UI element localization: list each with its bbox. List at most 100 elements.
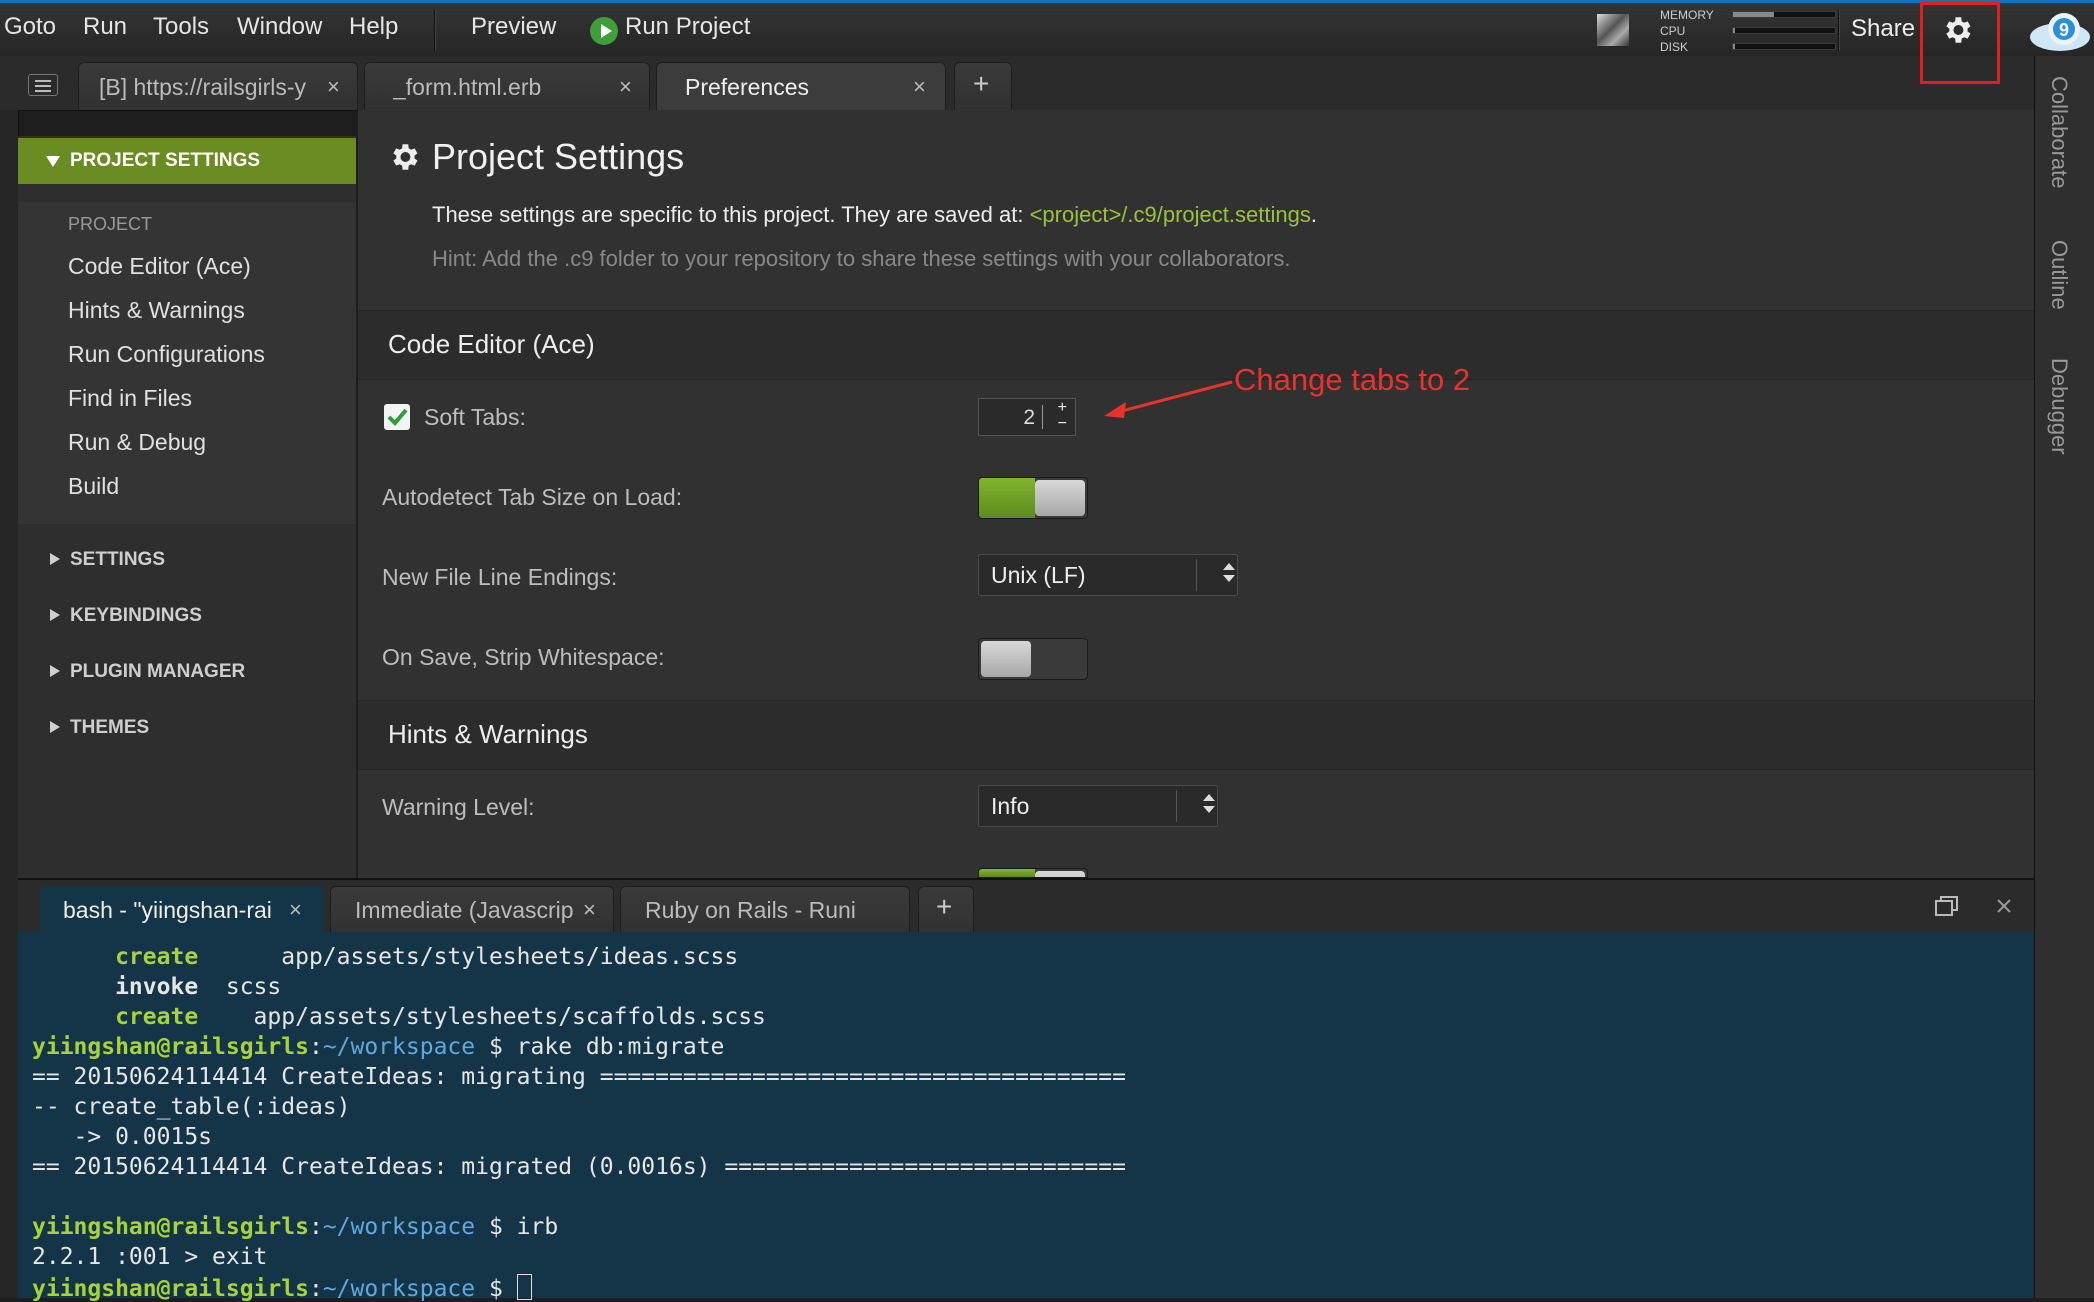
description-suffix: . [1310, 202, 1317, 227]
tab-size-stepper[interactable]: 2 + − [978, 398, 1076, 436]
tab-label: Ruby on Rails - Runi [645, 897, 856, 923]
menu-window[interactable]: Window [237, 13, 322, 41]
partially-hidden-toggle[interactable] [978, 868, 1088, 878]
terminal-prompt-line: yiingshan@railsgirls:~/workspace $ rake … [32, 1034, 724, 1060]
section-hints-warnings: Hints & Warnings [358, 700, 2034, 770]
warning-level-label: Warning Level: [382, 794, 535, 820]
cpu-meter-fill [1733, 28, 1736, 33]
menu-run[interactable]: Run [83, 13, 127, 41]
highlight-box [1920, 2, 2000, 84]
section-title: Hints & Warnings [388, 719, 588, 749]
cloud9-logo[interactable]: 9 [2026, 9, 2092, 55]
collaborate-panel-button[interactable]: Collaborate [2046, 76, 2072, 189]
terminal-line: -- create_table(:ideas) [32, 1094, 351, 1120]
prompt-colon: : [308, 1034, 323, 1060]
nav-item-build[interactable]: Build [68, 473, 119, 500]
line-endings-select[interactable]: Unix (LF) [978, 554, 1238, 596]
close-panel-icon[interactable] [1996, 898, 2012, 914]
new-tab-button[interactable]: + [954, 62, 1012, 110]
nav-project-settings[interactable]: PROJECT SETTINGS [18, 138, 356, 184]
nav-item-find-in-files[interactable]: Find in Files [68, 385, 192, 412]
settings-description: These settings are specific to this proj… [432, 202, 1317, 228]
terminal-prompt-line: yiingshan@railsgirls:~/workspace $ irb [32, 1214, 558, 1240]
nav-item-code-editor[interactable]: Code Editor (Ace) [68, 253, 251, 280]
nav-project-label: PROJECT [68, 214, 153, 234]
menu-separator [1838, 9, 1840, 51]
restore-window-icon[interactable] [1934, 894, 1960, 918]
terminal-keyword: invoke [32, 974, 199, 1000]
stepper-up-icon[interactable]: + [1058, 400, 1067, 416]
strip-whitespace-toggle[interactable] [978, 638, 1088, 680]
checkmark-icon [387, 408, 408, 426]
prompt-user: yiingshan@railsgirls [32, 1214, 309, 1240]
close-icon[interactable]: × [913, 74, 926, 100]
new-terminal-button[interactable]: + [918, 886, 974, 934]
tab-form-html-erb[interactable]: _form.html.erb × [364, 62, 650, 110]
plus-icon: + [936, 891, 953, 922]
soft-tabs-checkbox[interactable] [384, 404, 410, 430]
terminal-line: == 20150624114414 CreateIdeas: migrating… [32, 1064, 1126, 1090]
run-project-button[interactable]: Run Project [625, 13, 750, 41]
tab-preferences[interactable]: Preferences × [656, 62, 946, 110]
prompt-command: $ rake db:migrate [475, 1034, 725, 1060]
play-icon[interactable] [590, 17, 618, 45]
cpu-label: CPU [1660, 24, 1686, 38]
toggle-on-track [979, 869, 1035, 877]
nav-item-run-configurations[interactable]: Run Configurations [68, 341, 265, 368]
page-title: Project Settings [432, 136, 685, 177]
disk-label: DISK [1660, 40, 1689, 54]
disk-meter-fill [1733, 44, 1736, 49]
terminal-text: app/assets/stylesheets/scaffolds.scss [198, 1004, 766, 1030]
terminal-line: 2.2.1 :001 > exit [32, 1244, 268, 1270]
select-divider [1176, 790, 1177, 822]
toggle-knob [1035, 480, 1085, 516]
prompt-command: $ irb [475, 1214, 559, 1240]
file-tree-toggle-icon[interactable] [28, 74, 58, 96]
terminal-keyword: create [32, 944, 199, 970]
tab-label: _form.html.erb [393, 74, 542, 100]
share-button[interactable]: Share [1851, 15, 1915, 43]
close-icon[interactable]: × [327, 74, 340, 100]
toggle-on-track [979, 478, 1035, 518]
nav-item-hints-warnings[interactable]: Hints & Warnings [68, 297, 245, 324]
disk-meter [1732, 43, 1836, 50]
terminal-line: create app/assets/stylesheets/ideas.scss [32, 944, 738, 970]
left-edge [0, 110, 19, 1298]
plus-icon: + [973, 68, 990, 99]
soft-tabs-label: Soft Tabs: [424, 404, 526, 430]
prompt-user: yiingshan@railsgirls [32, 1034, 309, 1060]
menu-goto[interactable]: Goto [4, 13, 56, 41]
close-icon[interactable]: × [619, 74, 632, 100]
annotation-label: Change tabs to 2 [1234, 362, 1471, 397]
autodetect-label: Autodetect Tab Size on Load: [382, 484, 683, 510]
settings-path: <project>/.c9/project.settings [1029, 202, 1311, 227]
close-icon[interactable]: × [583, 897, 596, 923]
outline-panel-button[interactable]: Outline [2046, 240, 2072, 310]
tab-ruby-on-rails[interactable]: Ruby on Rails - Runi [620, 886, 910, 934]
terminal-line: == 20150624114414 CreateIdeas: migrated … [32, 1154, 1126, 1180]
tab-browser[interactable]: [B] https://railsgirls-y × [78, 62, 358, 110]
description-text: These settings are specific to this proj… [432, 202, 1030, 227]
tab-size-value: 2 [1023, 406, 1035, 429]
menu-help[interactable]: Help [349, 13, 398, 41]
nav-themes-label: THEMES [70, 717, 150, 738]
memory-label: MEMORY [1660, 8, 1714, 22]
tab-immediate[interactable]: Immediate (Javascrip × [330, 886, 614, 934]
prompt-colon: : [308, 1276, 323, 1302]
nav-item-run-debug[interactable]: Run & Debug [68, 429, 206, 456]
autodetect-toggle[interactable] [978, 477, 1088, 519]
terminal-line: invoke scss [32, 974, 281, 1000]
terminal-text: scss [198, 974, 282, 1000]
warning-level-select[interactable]: Info [978, 785, 1218, 827]
tab-bash-terminal[interactable]: bash - "yiingshan-rai × [40, 886, 324, 934]
gear-icon [393, 144, 418, 170]
preview-button[interactable]: Preview [471, 13, 556, 41]
avatar[interactable] [1597, 14, 1629, 46]
tab-label: Preferences [685, 74, 810, 100]
line-endings-value: Unix (LF) [991, 562, 1086, 588]
menu-tools[interactable]: Tools [153, 13, 209, 41]
terminal-line: create app/assets/stylesheets/scaffolds.… [32, 1004, 766, 1030]
close-icon[interactable]: × [289, 897, 302, 923]
debugger-panel-button[interactable]: Debugger [2046, 358, 2072, 455]
stepper-down-icon[interactable]: − [1058, 416, 1067, 432]
